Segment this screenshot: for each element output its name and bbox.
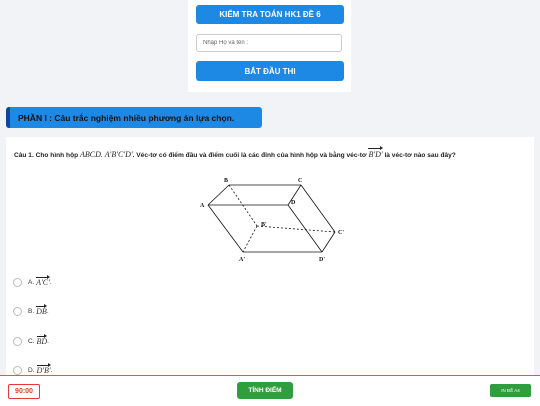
- vertex-label-d: D: [291, 200, 296, 206]
- option-b-label: B.: [28, 308, 35, 315]
- vertex-label-d-prime: D': [319, 257, 325, 263]
- question-card: Câu 1. Cho hình hộp ABCD. A′B′C′D′. Véc-…: [6, 137, 534, 375]
- option-c-suffix: .: [47, 338, 49, 345]
- option-a-label: A.: [28, 279, 35, 286]
- question-number: Câu 1.: [14, 152, 34, 159]
- vertex-label-c-prime: C': [338, 230, 344, 236]
- option-c[interactable]: C. BD.: [13, 334, 49, 346]
- option-a-radio[interactable]: [13, 278, 22, 287]
- question-math-box: ABCD. A′B′C′D′: [79, 150, 133, 159]
- option-d[interactable]: D. D′B′.: [13, 363, 52, 375]
- vertex-label-a: A: [200, 203, 205, 209]
- question-text: Câu 1. Cho hình hộp ABCD. A′B′C′D′. Véc-…: [14, 146, 526, 161]
- vertex-label-c: C: [298, 178, 302, 184]
- question-text-part-2: . Véc-tơ có điểm đầu và điểm cuối là các…: [132, 152, 367, 159]
- option-a-suffix: .: [49, 279, 52, 286]
- option-b-vector: DB: [36, 304, 47, 316]
- option-d-vector: D′B′: [36, 363, 51, 375]
- option-c-radio[interactable]: [13, 337, 22, 346]
- exam-title-button[interactable]: KIỂM TRA TOÁN HK1 ĐỀ 6: [196, 5, 344, 24]
- option-c-label: C.: [28, 338, 35, 345]
- option-b-radio[interactable]: [13, 307, 22, 316]
- option-b-suffix: .: [46, 308, 49, 315]
- calculate-score-button[interactable]: TÍNH ĐIỂM: [237, 382, 293, 399]
- vertex-label-b: B: [224, 178, 228, 184]
- question-text-part-1: Cho hình hộp: [35, 152, 79, 159]
- option-a-vector: A′C′: [36, 275, 50, 287]
- print-a4-button[interactable]: IN ĐỀ A4: [490, 384, 531, 397]
- section-title: PHẦN I : Câu trắc nghiệm nhiều phương án…: [18, 112, 235, 123]
- countdown-timer: 90:00: [8, 384, 40, 399]
- question-math-vector: B′D′: [368, 146, 383, 159]
- option-d-radio[interactable]: [13, 366, 22, 375]
- start-exam-button[interactable]: BẮT ĐẦU THI: [196, 61, 344, 81]
- name-input[interactable]: [196, 34, 342, 52]
- vertex-label-a-prime: A': [239, 257, 245, 263]
- option-a[interactable]: A. A′C′.: [13, 275, 52, 287]
- option-c-vector: BD: [36, 334, 48, 346]
- option-d-label: D.: [28, 367, 35, 374]
- bottom-toolbar: 90:00 TÍNH ĐIỂM IN ĐỀ A4: [0, 375, 540, 406]
- question-text-part-3: là véc-tơ nào sau đây?: [384, 152, 456, 159]
- section-banner: PHẦN I : Câu trắc nghiệm nhiều phương án…: [6, 107, 262, 128]
- parallelepiped-figure: B C A D B' C' A' D': [200, 178, 344, 263]
- vertex-label-b-prime: B': [261, 222, 267, 228]
- option-b[interactable]: B. DB.: [13, 304, 49, 316]
